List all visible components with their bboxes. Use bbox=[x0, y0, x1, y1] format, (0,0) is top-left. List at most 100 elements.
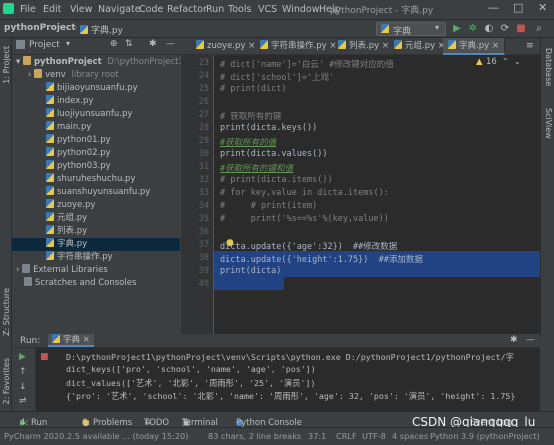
project-panel-title[interactable]: Project bbox=[29, 40, 60, 50]
scroll-up-icon[interactable]: ↑ bbox=[19, 367, 27, 377]
code-editor[interactable]: ▲ 16 ⌃ ⌄ ● # dict['name']='白云' #修改键对应的值 #… bbox=[214, 55, 540, 334]
tree-file[interactable]: shuruheshuchu.py bbox=[12, 173, 180, 186]
sciview-tool-button[interactable]: SciView bbox=[544, 108, 553, 139]
chevron-down-icon[interactable]: ⌄ bbox=[514, 57, 521, 66]
search-icon[interactable]: ⌕ bbox=[532, 22, 546, 36]
menu-edit[interactable]: Edit bbox=[43, 4, 61, 15]
favorites-tool-button[interactable]: 2: Favorites bbox=[2, 358, 11, 404]
python-file-icon bbox=[46, 238, 54, 247]
status-interpreter[interactable]: Python 3.9 (pythonProject) bbox=[430, 431, 540, 441]
tree-file[interactable]: zuoye.py bbox=[12, 199, 180, 212]
line-number: 38 bbox=[198, 253, 209, 263]
code-line: print(dicta.values()) bbox=[220, 149, 328, 159]
structure-tool-button[interactable]: Z: Structure bbox=[2, 288, 11, 336]
python-file-icon bbox=[46, 147, 54, 156]
tree-file[interactable]: python01.py bbox=[12, 134, 180, 147]
tab-tuple[interactable]: 元组.py × bbox=[389, 38, 451, 55]
status-indent[interactable]: 4 spaces bbox=[392, 431, 428, 441]
tab-string-ops[interactable]: 字符串操作.py × bbox=[255, 38, 343, 55]
run-tab-label: 字典 bbox=[63, 335, 81, 345]
project-tool-button[interactable]: 1: Project bbox=[2, 46, 11, 84]
tab-zuoye[interactable]: zuoye.py × bbox=[191, 38, 262, 55]
menu-vcs[interactable]: VCS bbox=[258, 4, 277, 15]
minimize-button[interactable]: — bbox=[488, 1, 499, 14]
line-number: 35 bbox=[198, 214, 209, 224]
menu-run[interactable]: Run bbox=[206, 4, 224, 15]
menu-file[interactable]: File bbox=[20, 4, 36, 15]
console-line: {'pro': '艺术', 'school': '北影', 'name': '周… bbox=[66, 391, 516, 401]
right-tool-stripe: Database SciView bbox=[540, 38, 554, 338]
status-line-separator[interactable]: CRLF bbox=[336, 431, 357, 441]
profile-icon[interactable]: ⟳ bbox=[498, 22, 512, 36]
close-icon[interactable]: × bbox=[382, 41, 389, 51]
menu-view[interactable]: View bbox=[70, 4, 93, 15]
tree-file-label: 字典.py bbox=[57, 239, 88, 249]
menu-tools[interactable]: Tools bbox=[228, 4, 251, 15]
run-icon[interactable]: ▶ bbox=[450, 22, 464, 36]
tree-file[interactable]: 字符串操作.py bbox=[12, 251, 180, 264]
gear-icon[interactable]: ✱ bbox=[149, 39, 157, 49]
wrap-icon[interactable]: ⇌ bbox=[19, 396, 27, 406]
tree-file[interactable]: index.py bbox=[12, 95, 180, 108]
tree-file[interactable]: 元组.py bbox=[12, 212, 180, 225]
line-number: 33 bbox=[198, 188, 209, 198]
database-tool-button[interactable]: Database bbox=[544, 48, 553, 86]
tab-list-icon[interactable]: ≡ bbox=[526, 41, 534, 51]
line-number: 25 bbox=[198, 84, 209, 94]
stop-icon[interactable]: ■ bbox=[40, 352, 49, 362]
gear-icon[interactable]: ✱ bbox=[510, 335, 518, 345]
menu-code[interactable]: Code bbox=[139, 4, 163, 15]
stop-icon[interactable]: ■ bbox=[514, 22, 528, 36]
tab-dict[interactable]: 字典.py × bbox=[443, 38, 505, 55]
close-icon[interactable]: × bbox=[83, 335, 90, 345]
tab-label: zuoye.py bbox=[207, 41, 246, 51]
project-panel-header: Project ▾ ⊕ ⇅ ✱ — bbox=[12, 38, 180, 55]
maximize-button[interactable]: □ bbox=[513, 1, 523, 14]
tab-label: 字典.py bbox=[459, 41, 490, 51]
tree-file[interactable]: luojiyunsuanfu.py bbox=[12, 108, 180, 121]
coverage-icon[interactable]: ◐ bbox=[482, 22, 496, 36]
tree-file[interactable]: python03.py bbox=[12, 160, 180, 173]
close-icon[interactable]: × bbox=[492, 41, 499, 51]
tree-venv-note: library root bbox=[71, 70, 119, 80]
status-position[interactable]: 37:1 bbox=[308, 431, 326, 441]
tree-file[interactable]: python02.py bbox=[12, 147, 180, 160]
rerun-icon[interactable]: ▶ bbox=[19, 352, 26, 362]
menu-window[interactable]: Window bbox=[282, 4, 319, 15]
run-tab[interactable]: 字典 × bbox=[48, 334, 94, 347]
close-window-button[interactable]: ✕ bbox=[538, 1, 547, 14]
tree-file-label: bijiaoyunsuanfu.py bbox=[57, 83, 138, 93]
tree-file[interactable]: main.py bbox=[12, 121, 180, 134]
tree-scratches[interactable]: Scratches and Consoles bbox=[12, 277, 180, 290]
menu-navigate[interactable]: Navigate bbox=[98, 4, 141, 15]
breadcrumb-file[interactable]: 字典.py bbox=[80, 23, 123, 36]
python-file-icon bbox=[46, 160, 54, 169]
status-message[interactable]: PyCharm 2020.2.5 available ... (today 15… bbox=[4, 431, 188, 441]
menu-refactor[interactable]: Refactor bbox=[167, 4, 207, 15]
tab-label: 元组.py bbox=[405, 41, 436, 51]
chevron-up-icon[interactable]: ⌃ bbox=[502, 57, 509, 66]
tab-list[interactable]: 列表.py × bbox=[333, 38, 395, 55]
status-encoding[interactable]: UTF-8 bbox=[362, 431, 386, 441]
tree-scratches-label: Scratches and Consoles bbox=[35, 278, 137, 288]
tree-file[interactable]: bijiaoyunsuanfu.py bbox=[12, 82, 180, 95]
warning-icon[interactable]: ▲ bbox=[476, 57, 483, 67]
breadcrumb-project[interactable]: pythonProject bbox=[4, 23, 76, 33]
tree-venv[interactable]: › venv library root bbox=[12, 69, 180, 82]
python-file-icon bbox=[394, 40, 402, 49]
scroll-down-icon[interactable]: ↓ bbox=[19, 382, 27, 392]
chevron-down-icon[interactable]: ▾ bbox=[66, 39, 70, 48]
debug-icon[interactable]: ✲ bbox=[466, 22, 480, 36]
tree-file[interactable]: suanshuyunsuanfu.py bbox=[12, 186, 180, 199]
python-file-icon bbox=[46, 95, 54, 104]
collapse-icon[interactable]: ⇅ bbox=[125, 39, 133, 49]
locate-icon[interactable]: ⊕ bbox=[110, 39, 118, 49]
hide-icon[interactable]: — bbox=[526, 335, 535, 345]
run-config-dropdown[interactable]: 字典 ▾ bbox=[376, 22, 446, 37]
code-line: # print('%s==%s'%(key,value)) bbox=[220, 214, 389, 224]
tree-external-libraries[interactable]: › External Libraries bbox=[12, 264, 180, 277]
tree-root[interactable]: ▾ pythonProject D:\pythonProject1 bbox=[12, 56, 184, 69]
hide-icon[interactable]: — bbox=[166, 39, 175, 49]
tree-file-selected[interactable]: 字典.py bbox=[12, 238, 180, 251]
tree-file[interactable]: 列表.py bbox=[12, 225, 180, 238]
